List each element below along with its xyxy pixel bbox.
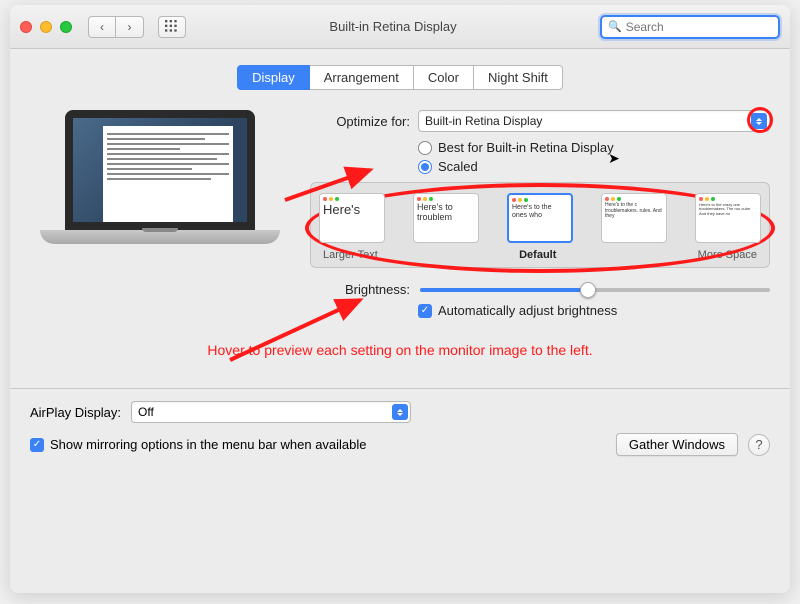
- auto-brightness-row[interactable]: ✓ Automatically adjust brightness: [418, 303, 770, 318]
- optimize-value: Built-in Retina Display: [425, 114, 542, 128]
- mirroring-checkbox-row[interactable]: ✓ Show mirroring options in the menu bar…: [30, 437, 367, 452]
- resolution-radios: Best for Built-in Retina Display Scaled: [418, 140, 770, 174]
- grid-icon: [165, 20, 179, 34]
- laptop-base-icon: [40, 230, 280, 244]
- tab-arrangement[interactable]: Arrangement: [310, 65, 414, 90]
- gather-windows-button[interactable]: Gather Windows: [616, 433, 738, 456]
- radio-scaled-label: Scaled: [438, 159, 478, 174]
- tab-display[interactable]: Display: [237, 65, 310, 90]
- slider-knob-icon: [580, 282, 596, 298]
- tab-night-shift[interactable]: Night Shift: [474, 65, 563, 90]
- divider: [10, 388, 790, 389]
- radio-best-label: Best for Built-in Retina Display: [438, 140, 614, 155]
- radio-icon: [418, 141, 432, 155]
- scale-thumb-0[interactable]: Here's: [319, 193, 385, 243]
- forward-button[interactable]: ›: [116, 16, 144, 38]
- brightness-row: Brightness:: [310, 282, 770, 297]
- search-icon: 🔍: [608, 20, 622, 33]
- close-icon[interactable]: [20, 21, 32, 33]
- radio-icon: [418, 160, 432, 174]
- scale-thumb-2[interactable]: Here's to the ones who: [507, 193, 573, 243]
- bottom-panel: AirPlay Display: Off ✓ Show mirroring op…: [10, 401, 790, 470]
- mirroring-label: Show mirroring options in the menu bar w…: [50, 437, 367, 452]
- scale-thumb-3[interactable]: Here's to the c troublemakers. rules. An…: [601, 193, 667, 243]
- airplay-value: Off: [138, 405, 154, 419]
- tab-color[interactable]: Color: [414, 65, 474, 90]
- brightness-label: Brightness:: [310, 282, 410, 297]
- scale-thumb-1[interactable]: Here's to troublem: [413, 193, 479, 243]
- titlebar: ‹ › Built-in Retina Display 🔍: [10, 5, 790, 49]
- checkbox-icon: ✓: [418, 304, 432, 318]
- search-field[interactable]: 🔍: [600, 15, 780, 39]
- annotation-text: Hover to preview each setting on the mon…: [30, 342, 770, 358]
- settings-panel: Optimize for: Built-in Retina Display Be…: [310, 110, 770, 318]
- stepper-icon: [392, 404, 408, 420]
- content-area: Display Arrangement Color Night Shift Op…: [10, 49, 790, 370]
- window-controls: [20, 21, 72, 33]
- tab-bar: Display Arrangement Color Night Shift: [30, 65, 770, 90]
- optimize-label: Optimize for:: [310, 114, 410, 129]
- brightness-slider[interactable]: [420, 288, 770, 292]
- zoom-icon[interactable]: [60, 21, 72, 33]
- laptop-screen-icon: [65, 110, 255, 230]
- help-button[interactable]: ?: [748, 434, 770, 456]
- prefs-window: ‹ › Built-in Retina Display 🔍 Display Ar…: [10, 5, 790, 593]
- auto-brightness-label: Automatically adjust brightness: [438, 303, 617, 318]
- scale-picker: Here's Here's to troublem Here's to the …: [310, 182, 770, 268]
- checkbox-icon: ✓: [30, 438, 44, 452]
- optimize-select[interactable]: Built-in Retina Display: [418, 110, 770, 132]
- airplay-label: AirPlay Display:: [30, 405, 121, 420]
- more-space-label: More Space: [698, 249, 757, 261]
- annotation-circle-icon: [747, 107, 773, 133]
- minimize-icon[interactable]: [40, 21, 52, 33]
- default-label: Default: [519, 249, 556, 261]
- search-input[interactable]: [626, 20, 781, 34]
- display-preview: [30, 110, 290, 318]
- larger-text-label: Larger Text: [323, 249, 378, 261]
- radio-best[interactable]: Best for Built-in Retina Display: [418, 140, 770, 155]
- scale-thumb-4[interactable]: Here's to the crazy one troublemakers. T…: [695, 193, 761, 243]
- window-title: Built-in Retina Display: [194, 19, 592, 34]
- back-button[interactable]: ‹: [88, 16, 116, 38]
- show-all-button[interactable]: [158, 16, 186, 38]
- radio-scaled[interactable]: Scaled: [418, 159, 770, 174]
- airplay-select[interactable]: Off: [131, 401, 411, 423]
- nav-buttons: ‹ ›: [88, 16, 144, 38]
